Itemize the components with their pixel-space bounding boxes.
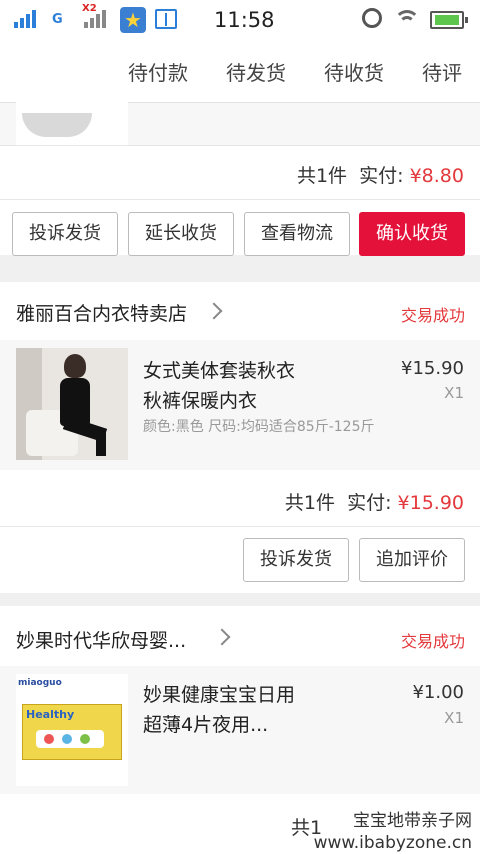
watermark-url: www.ibabyzone.cn <box>313 833 472 853</box>
signal-icon <box>84 8 106 28</box>
extend-receipt-button[interactable]: 延长收货 <box>128 212 234 256</box>
order-summary: 共1件 实付: ¥15.90 <box>285 488 464 515</box>
package-label: Healthy <box>26 708 75 721</box>
reader-icon <box>155 9 177 29</box>
order-status: 交易成功 <box>400 306 465 325</box>
brand-logo: miaoguo <box>18 678 62 688</box>
product-image <box>16 348 128 460</box>
tab-pending-receipt[interactable]: 待收货 <box>324 57 384 86</box>
product-spec: 颜色:黑色 尺码:均码适合85斤-125斤 <box>143 419 375 435</box>
product-title: 女式美体套装秋衣秋裤保暖内衣 <box>143 360 296 412</box>
tab-pending-review[interactable]: 待评 <box>422 57 462 86</box>
product-price: ¥15.90 <box>401 358 464 379</box>
order-status: 交易成功 <box>400 632 465 651</box>
product-quantity: X1 <box>444 709 464 727</box>
paid-amount: ¥8.80 <box>409 165 464 187</box>
product-quantity: X1 <box>444 384 464 402</box>
item-count: 共1件 <box>284 492 335 514</box>
tab-pending-payment[interactable]: 待付款 <box>128 57 188 86</box>
watermark-site-name: 宝宝地带亲子网 <box>353 811 472 831</box>
shop-name[interactable]: 雅丽百合内衣特卖店 <box>16 299 187 326</box>
network-type-label: G <box>52 12 63 27</box>
product-image <box>16 33 128 145</box>
view-logistics-button[interactable]: 查看物流 <box>244 212 350 256</box>
paid-label: 实付: <box>359 165 404 187</box>
product-row-partial[interactable] <box>0 33 480 145</box>
signal-icon <box>14 8 36 28</box>
clock: 11:58 <box>214 8 275 32</box>
shop-name[interactable]: 妙果时代华欣母婴... <box>16 626 186 653</box>
divider <box>0 199 480 200</box>
wifi-icon <box>394 8 420 30</box>
watermark: 宝宝地带亲子网 www.ibabyzone.cn <box>314 810 472 854</box>
tab-pending-shipment[interactable]: 待发货 <box>226 57 286 86</box>
app-star-icon: ★ <box>120 7 146 33</box>
confirm-receipt-button[interactable]: 确认收货 <box>359 212 465 256</box>
paid-amount: ¥15.90 <box>397 492 464 514</box>
product-price: ¥1.00 <box>412 682 464 703</box>
alarm-icon <box>362 8 382 28</box>
divider <box>0 526 480 527</box>
complain-shipping-button[interactable]: 投诉发货 <box>12 212 118 256</box>
battery-icon <box>430 11 468 29</box>
order-summary: 共1件 实付: ¥8.80 <box>297 161 464 188</box>
product-row[interactable]: 女式美体套装秋衣秋裤保暖内衣 颜色:黑色 尺码:均码适合85斤-125斤 ¥15… <box>0 340 480 470</box>
product-image: miaoguo Healthy <box>16 674 128 786</box>
divider <box>0 145 480 146</box>
product-row[interactable]: miaoguo Healthy 妙果健康宝宝日用超薄4片夜用... ¥1.00 … <box>0 666 480 794</box>
product-title: 妙果健康宝宝日用超薄4片夜用... <box>143 684 296 736</box>
item-count: 共1件 <box>296 165 348 187</box>
paid-label: 实付: <box>347 492 392 514</box>
add-review-button[interactable]: 追加评价 <box>359 538 465 582</box>
complain-shipping-button[interactable]: 投诉发货 <box>243 538 349 582</box>
